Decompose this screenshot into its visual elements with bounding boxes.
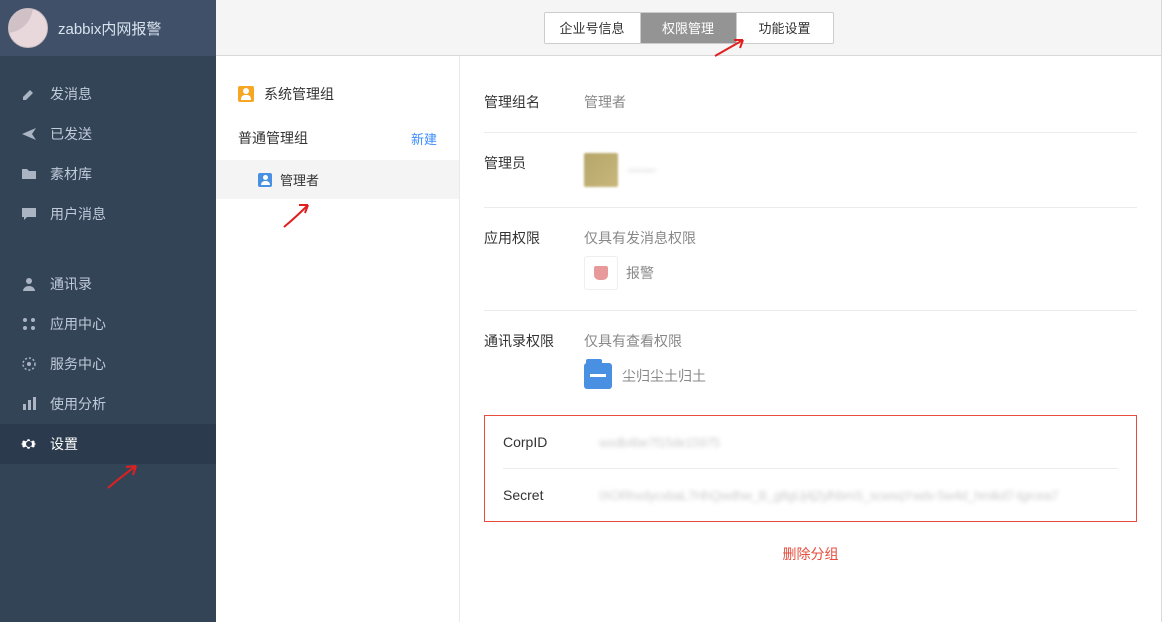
row-secret: Secret IXORhxdycxbaL7HhQwdhw_B_g8gUj4j2y… xyxy=(503,468,1118,521)
secret-value: IXORhxdycxbaL7HhQwdhw_B_g8gUj4j2ylhbmS_s… xyxy=(599,488,1118,503)
sidebar-item-label: 应用中心 xyxy=(50,314,106,334)
sidebar-item-analytics[interactable]: 使用分析 xyxy=(0,384,216,424)
sidebar-item-label: 设置 xyxy=(50,434,78,454)
field-value: —— xyxy=(584,153,1137,187)
pencil-icon xyxy=(20,86,38,102)
app-header: zabbix内网报警 xyxy=(0,0,216,56)
app-avatar xyxy=(8,8,48,48)
app-title: zabbix内网报警 xyxy=(58,18,161,39)
admin-name: —— xyxy=(628,161,656,177)
folder-icon xyxy=(20,166,38,182)
apps-icon xyxy=(20,316,38,332)
sidebar-item-label: 用户消息 xyxy=(50,204,106,224)
dial-icon xyxy=(20,356,38,372)
field-value: 管理者 xyxy=(584,92,1137,112)
sidebar-item-contacts[interactable]: 通讯录 xyxy=(0,264,216,304)
sidebar: zabbix内网报警 发消息 已发送 素材库 用户消息 xyxy=(0,0,216,622)
sidebar-group-2: 通讯录 应用中心 服务中心 使用分析 设置 xyxy=(0,246,216,464)
contact-item: 尘归尘土归土 xyxy=(584,363,1137,389)
corpid-value: wxdb4be7f15de15975 xyxy=(599,435,1118,450)
sidebar-item-label: 发消息 xyxy=(50,84,92,104)
annotation-arrow-group xyxy=(280,201,324,229)
tab-features[interactable]: 功能设置 xyxy=(737,13,833,43)
group-item-label: 管理者 xyxy=(280,170,319,189)
tab-label: 企业号信息 xyxy=(559,18,624,37)
section-title-label: 系统管理组 xyxy=(264,84,334,104)
person-icon xyxy=(20,276,38,292)
main: 企业号信息 权限管理 功能设置 系统管理组 普通管理组 新建 管理者 xyxy=(216,0,1162,622)
field-label: 管理员 xyxy=(484,153,584,173)
credentials-box: CorpID wxdb4be7f15de15975 Secret IXORhxd… xyxy=(484,415,1137,522)
sidebar-item-service[interactable]: 服务中心 xyxy=(0,344,216,384)
chat-icon xyxy=(20,206,38,222)
field-value: 仅具有发消息权限 报警 xyxy=(584,228,1137,290)
sidebar-item-label: 使用分析 xyxy=(50,394,106,414)
delete-group-link[interactable]: 删除分组 xyxy=(484,544,1137,564)
tab-label: 权限管理 xyxy=(662,18,714,37)
sidebar-item-apps[interactable]: 应用中心 xyxy=(0,304,216,344)
contact-item-label: 尘归尘土归土 xyxy=(622,366,706,386)
app-item-label: 报警 xyxy=(626,263,654,283)
annotation-arrow-settings xyxy=(104,460,148,490)
group-item-manager[interactable]: 管理者 xyxy=(216,160,459,199)
folder-icon xyxy=(584,363,612,389)
row-contact-perm: 通讯录权限 仅具有查看权限 尘归尘土归土 xyxy=(484,311,1137,409)
new-group-link[interactable]: 新建 xyxy=(411,129,437,148)
tab-permissions[interactable]: 权限管理 xyxy=(641,13,737,43)
tabs: 企业号信息 权限管理 功能设置 xyxy=(544,12,834,44)
tab-label: 功能设置 xyxy=(758,18,810,37)
app-perm-desc: 仅具有发消息权限 xyxy=(584,228,1137,248)
people-icon xyxy=(238,86,254,102)
sidebar-item-label: 通讯录 xyxy=(50,274,92,294)
sidebar-item-library[interactable]: 素材库 xyxy=(0,154,216,194)
tab-corp-info[interactable]: 企业号信息 xyxy=(545,13,641,43)
bars-icon xyxy=(20,396,38,412)
field-label: 通讯录权限 xyxy=(484,331,584,351)
sidebar-item-label: 已发送 xyxy=(50,124,92,144)
topbar: 企业号信息 权限管理 功能设置 xyxy=(216,0,1161,56)
gear-icon xyxy=(20,436,38,452)
app-item-alarm: 报警 xyxy=(584,256,1137,290)
row-corpid: CorpID wxdb4be7f15de15975 xyxy=(503,416,1118,468)
sidebar-item-sent[interactable]: 已发送 xyxy=(0,114,216,154)
field-label: CorpID xyxy=(503,434,599,450)
row-admin: 管理员 —— xyxy=(484,133,1137,208)
field-label: 应用权限 xyxy=(484,228,584,248)
row-app-perm: 应用权限 仅具有发消息权限 报警 xyxy=(484,208,1137,311)
field-label: Secret xyxy=(503,487,599,503)
field-value: 仅具有查看权限 尘归尘土归土 xyxy=(584,331,1137,389)
sidebar-item-label: 服务中心 xyxy=(50,354,106,374)
sidebar-item-compose[interactable]: 发消息 xyxy=(0,74,216,114)
detail-pane: 管理组名 管理者 管理员 —— 应用权限 仅具有发消息权限 报警 xyxy=(460,56,1161,622)
sidebar-item-settings[interactable]: 设置 xyxy=(0,424,216,464)
system-group-header: 系统管理组 xyxy=(216,72,459,116)
section-title-label: 普通管理组 xyxy=(238,128,308,148)
sidebar-item-user-msg[interactable]: 用户消息 xyxy=(0,194,216,234)
field-label: 管理组名 xyxy=(484,92,584,112)
person-icon xyxy=(258,173,272,187)
sidebar-group-1: 发消息 已发送 素材库 用户消息 xyxy=(0,56,216,234)
alarm-icon xyxy=(584,256,618,290)
normal-group-header: 普通管理组 新建 xyxy=(216,116,459,160)
contact-perm-desc: 仅具有查看权限 xyxy=(584,331,1137,351)
sidebar-item-label: 素材库 xyxy=(50,164,92,184)
content: 系统管理组 普通管理组 新建 管理者 管理组名 管理者 管理员 xyxy=(216,56,1161,622)
send-icon xyxy=(20,126,38,142)
row-group-name: 管理组名 管理者 xyxy=(484,72,1137,133)
group-list-pane: 系统管理组 普通管理组 新建 管理者 xyxy=(216,56,460,622)
admin-avatar xyxy=(584,153,618,187)
